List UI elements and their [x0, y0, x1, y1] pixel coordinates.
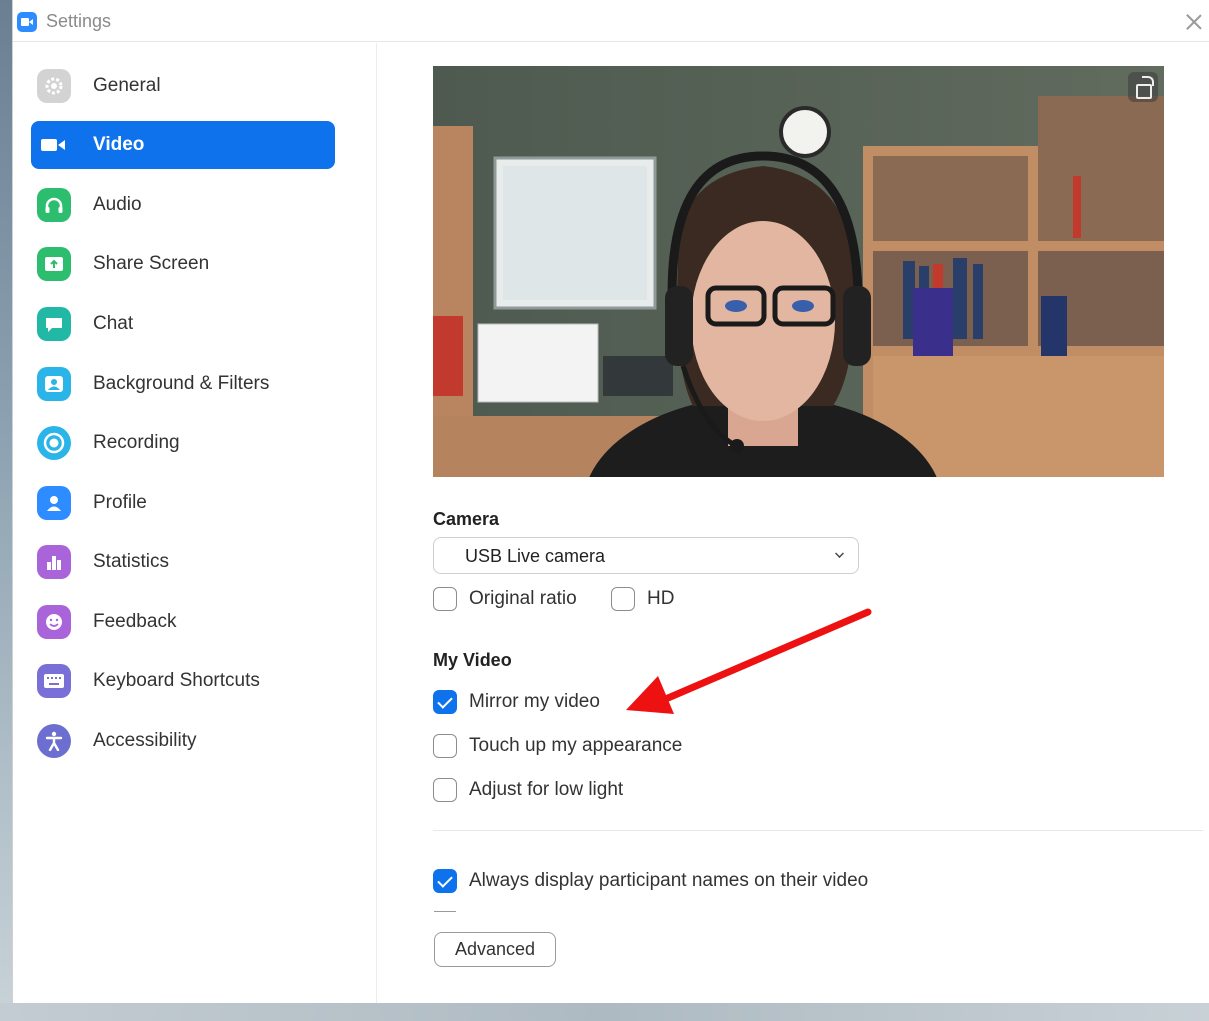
chevron-down-icon: [835, 549, 844, 558]
sidebar-item-label: Keyboard Shortcuts: [93, 670, 260, 691]
section-divider: [433, 830, 1203, 831]
headphones-icon: [37, 188, 71, 222]
record-icon: [37, 426, 71, 460]
sidebar-item-profile[interactable]: Profile: [31, 479, 335, 527]
checkbox-label: Adjust for low light: [469, 779, 624, 800]
checkbox-box[interactable]: [433, 690, 457, 714]
desktop-background: [0, 0, 12, 1021]
sidebar-item-label: Statistics: [93, 551, 170, 572]
checkbox-box[interactable]: [433, 734, 457, 758]
sidebar-item-label: Recording: [93, 432, 180, 453]
checkbox-box[interactable]: [433, 869, 457, 893]
sidebar-item-label: General: [93, 75, 161, 96]
sidebar-item-audio[interactable]: Audio: [31, 181, 335, 229]
camera-preview: [433, 66, 1164, 477]
rotate-camera-icon[interactable]: [1128, 72, 1158, 102]
hd-checkbox[interactable]: HD: [611, 587, 691, 613]
video-settings-panel: Camera USB Live camera Original ratio HD…: [378, 43, 1209, 1003]
sidebar-item-label: Audio: [93, 194, 142, 215]
checkbox-label: Mirror my video: [469, 691, 600, 712]
sidebar-item-share-screen[interactable]: Share Screen: [31, 240, 335, 288]
sidebar-item-label: Background & Filters: [93, 373, 270, 394]
sidebar-item-recording[interactable]: Recording: [31, 419, 335, 467]
person-icon: [37, 486, 71, 520]
smiley-icon: [37, 605, 71, 639]
keyboard-icon: [37, 664, 71, 698]
sidebar-item-label: Chat: [93, 313, 134, 334]
camera-select-value: USB Live camera: [465, 546, 606, 566]
checkbox-box[interactable]: [611, 587, 635, 611]
sidebar-item-video[interactable]: Video: [31, 121, 335, 169]
sidebar-item-background-filters[interactable]: Background & Filters: [31, 360, 335, 408]
title-bar: Settings: [13, 0, 1209, 42]
sidebar-item-label: Profile: [93, 492, 147, 513]
camera-select[interactable]: USB Live camera: [433, 537, 859, 574]
checkbox-label: Touch up my appearance: [469, 735, 683, 756]
touch-up-appearance-checkbox[interactable]: Touch up my appearance: [433, 734, 693, 760]
sidebar-item-chat[interactable]: Chat: [31, 300, 335, 348]
window-title: Settings: [46, 11, 112, 31]
chat-bubble-icon: [37, 307, 71, 341]
zoom-app-icon: [17, 12, 37, 32]
checkbox-label: HD: [647, 588, 675, 609]
sidebar-item-label: Video: [93, 134, 145, 155]
low-light-checkbox[interactable]: Adjust for low light: [433, 778, 653, 804]
sidebar-item-label: Share Screen: [93, 253, 210, 274]
display-names-checkbox[interactable]: Always display participant names on thei…: [433, 869, 893, 895]
sidebar-item-general[interactable]: General: [31, 62, 335, 110]
checkbox-label: Always display participant names on thei…: [469, 870, 869, 891]
checkbox-box[interactable]: [433, 778, 457, 802]
video-camera-icon: [37, 128, 71, 162]
close-icon[interactable]: [1182, 10, 1206, 34]
settings-sidebar: General Video Audio Share Screen Chat Ba…: [13, 43, 377, 1003]
my-video-section-title: My Video: [433, 650, 512, 670]
sidebar-item-keyboard-shortcuts[interactable]: Keyboard Shortcuts: [31, 657, 335, 705]
bar-chart-icon: [37, 545, 71, 579]
mirror-video-checkbox[interactable]: Mirror my video: [433, 690, 633, 716]
sidebar-item-statistics[interactable]: Statistics: [31, 538, 335, 586]
sidebar-item-accessibility[interactable]: Accessibility: [31, 717, 335, 765]
sidebar-item-label: Feedback: [93, 611, 177, 632]
settings-window: Settings General Video Audio Share Scree…: [12, 0, 1209, 1003]
sidebar-item-feedback[interactable]: Feedback: [31, 598, 335, 646]
share-screen-icon: [37, 247, 71, 281]
background-icon: [37, 367, 71, 401]
checkbox-box[interactable]: [433, 587, 457, 611]
clipped-checkbox[interactable]: [434, 911, 456, 914]
sidebar-item-label: Accessibility: [93, 730, 197, 751]
desktop-background-bottom: [0, 1003, 1209, 1021]
camera-section-title: Camera: [433, 509, 500, 529]
advanced-button[interactable]: Advanced: [434, 932, 556, 967]
camera-preview-image: [433, 66, 1164, 477]
checkbox-label: Original ratio: [469, 588, 577, 609]
original-ratio-checkbox[interactable]: Original ratio: [433, 587, 593, 613]
gear-icon: [37, 69, 71, 103]
accessibility-icon: [37, 724, 71, 758]
